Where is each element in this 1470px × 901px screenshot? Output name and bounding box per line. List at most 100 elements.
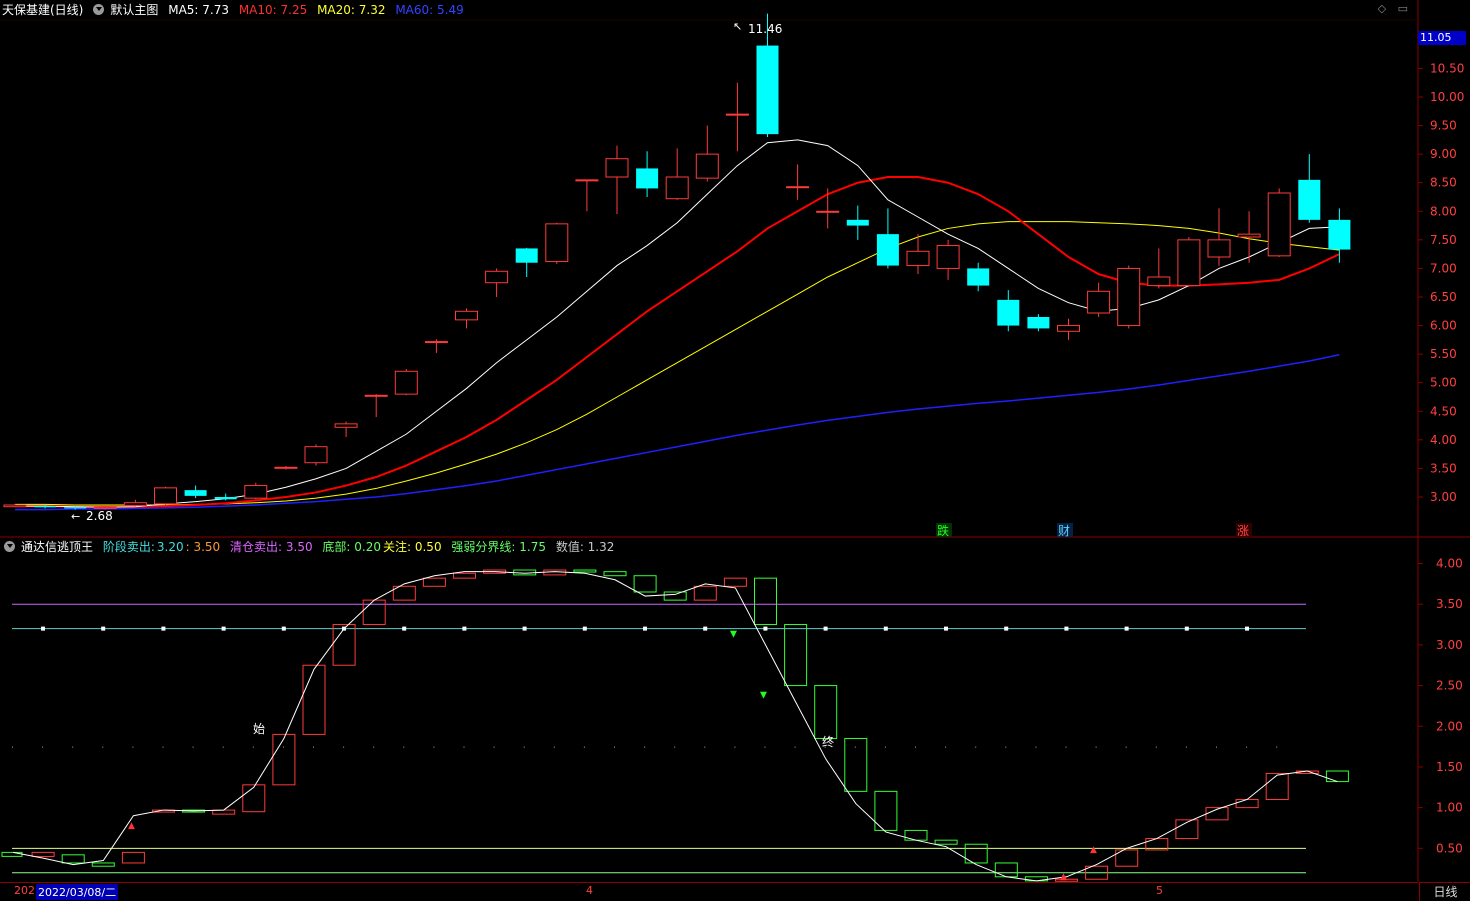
candle[interactable] bbox=[154, 486, 177, 505]
candle[interactable] bbox=[967, 262, 990, 292]
candle[interactable] bbox=[786, 164, 810, 200]
candle[interactable] bbox=[485, 268, 509, 297]
candles[interactable] bbox=[3, 13, 1351, 510]
candle[interactable] bbox=[334, 421, 358, 437]
strength-value: 强弱分界线: 1.75 bbox=[451, 540, 546, 554]
candle-body bbox=[214, 497, 237, 500]
cursor-date: 2022/03/08/二 bbox=[36, 884, 119, 900]
candle[interactable] bbox=[695, 125, 719, 182]
candle-body bbox=[816, 210, 840, 213]
price-axis: 10.50 10.00 9.50 9.00 8.50 8.00 7.50 7.00 6.50 6.… bbox=[1418, 36, 1464, 504]
strength-dot bbox=[222, 746, 224, 748]
signal-arrow-icon: ▲ bbox=[1090, 845, 1097, 855]
candle[interactable] bbox=[515, 247, 538, 277]
candle[interactable] bbox=[997, 290, 1020, 332]
marker-zhang: 涨 bbox=[1237, 523, 1249, 538]
candle[interactable] bbox=[725, 82, 749, 152]
stage-sell-dot bbox=[763, 626, 768, 631]
candle[interactable] bbox=[1117, 265, 1141, 329]
candle[interactable] bbox=[936, 239, 960, 280]
strength-dot bbox=[884, 746, 886, 748]
candle[interactable] bbox=[123, 499, 147, 507]
candle[interactable] bbox=[1027, 314, 1050, 332]
strength-dot bbox=[493, 746, 495, 748]
price-tick-label: 4.00 bbox=[1430, 433, 1457, 447]
candle[interactable] bbox=[846, 205, 869, 240]
indicator-box bbox=[332, 624, 356, 666]
indicator-box bbox=[121, 851, 145, 864]
price-tick-label: 10.50 bbox=[1430, 61, 1464, 75]
candle[interactable] bbox=[545, 222, 569, 264]
indicator-box bbox=[1265, 772, 1289, 800]
candle[interactable] bbox=[1177, 237, 1201, 287]
dropdown-icon[interactable] bbox=[4, 541, 15, 552]
month-5-label: 5 bbox=[1156, 884, 1163, 897]
indicator-name[interactable]: 通达信逃顶王 bbox=[21, 540, 93, 554]
candle-body bbox=[154, 487, 177, 505]
indicator-box bbox=[573, 569, 597, 573]
signal-arrow-icon: ▲ bbox=[128, 821, 135, 831]
candle[interactable] bbox=[1087, 282, 1111, 317]
stage-sell-dot bbox=[703, 626, 708, 631]
period-button[interactable]: 日线 bbox=[1419, 882, 1470, 901]
candle[interactable] bbox=[1267, 188, 1291, 257]
strength-dot bbox=[1065, 746, 1067, 748]
candle[interactable] bbox=[424, 339, 448, 353]
marker-die: 跌 bbox=[937, 523, 949, 538]
watch-value: 关注: 0.50 bbox=[383, 540, 442, 554]
indicator-panel[interactable]: ▲ ▲ ▲ ▼ ▼ bbox=[1, 569, 1349, 882]
indicator-box bbox=[934, 839, 958, 845]
candle[interactable] bbox=[184, 485, 207, 499]
candle[interactable] bbox=[1328, 208, 1351, 263]
strength-dot bbox=[252, 746, 254, 748]
candle-body bbox=[876, 234, 899, 266]
indicator-tick-label: 2.50 bbox=[1436, 679, 1463, 693]
candle[interactable] bbox=[364, 394, 388, 417]
candle[interactable] bbox=[244, 482, 268, 500]
dropdown-icon[interactable] bbox=[93, 4, 105, 15]
candle[interactable] bbox=[876, 208, 899, 269]
candle[interactable] bbox=[636, 151, 659, 197]
candle[interactable] bbox=[1147, 248, 1171, 289]
indicator-tick-label: 3.50 bbox=[1436, 597, 1463, 611]
strength-dot bbox=[553, 746, 555, 748]
candle[interactable] bbox=[575, 179, 599, 212]
candle[interactable] bbox=[665, 148, 689, 200]
candle[interactable] bbox=[304, 444, 328, 466]
signal-arrow-icon: ▲ bbox=[1060, 872, 1067, 882]
ma60-value: MA60: 5.49 bbox=[395, 3, 464, 17]
candle-body bbox=[756, 45, 779, 135]
candle[interactable] bbox=[1057, 318, 1080, 340]
candle[interactable] bbox=[394, 369, 418, 396]
price-tick-label: 7.00 bbox=[1430, 261, 1457, 275]
candle[interactable] bbox=[605, 145, 629, 215]
template-name[interactable]: 默认主图 bbox=[110, 3, 158, 17]
price-tick-label: 3.00 bbox=[1430, 490, 1457, 504]
candle-body bbox=[1027, 317, 1050, 329]
candle-body bbox=[455, 310, 478, 321]
candle-body bbox=[334, 423, 358, 428]
strength-dot bbox=[915, 746, 916, 748]
stage-sell-dot bbox=[1064, 626, 1069, 631]
candle[interactable] bbox=[1207, 208, 1231, 266]
candle-body bbox=[605, 158, 629, 178]
candle[interactable] bbox=[1298, 154, 1321, 223]
candle[interactable] bbox=[816, 188, 840, 229]
indicator-box bbox=[633, 575, 657, 593]
stock-title[interactable]: 天保基建(日线) bbox=[2, 3, 83, 17]
current-price-tag: 11.05 bbox=[1418, 31, 1466, 45]
strength-dot bbox=[1005, 746, 1007, 748]
candle[interactable] bbox=[455, 308, 478, 329]
strength-dot bbox=[313, 746, 314, 748]
strength-dot bbox=[1035, 746, 1037, 748]
strength-dot bbox=[1216, 746, 1217, 748]
indicator-box bbox=[784, 624, 808, 687]
strength-dot bbox=[192, 746, 194, 748]
candle[interactable] bbox=[274, 466, 298, 470]
window-buttons[interactable]: ◇ ▭ bbox=[1378, 2, 1412, 15]
strength-dot bbox=[1276, 746, 1278, 748]
strength-dot bbox=[463, 746, 465, 748]
candle[interactable] bbox=[1237, 211, 1261, 263]
kline-chart[interactable]: 10.50 10.00 9.50 9.00 8.50 8.00 7.50 7.00 6.50 6.… bbox=[0, 0, 1470, 900]
strength-dot bbox=[282, 746, 284, 748]
